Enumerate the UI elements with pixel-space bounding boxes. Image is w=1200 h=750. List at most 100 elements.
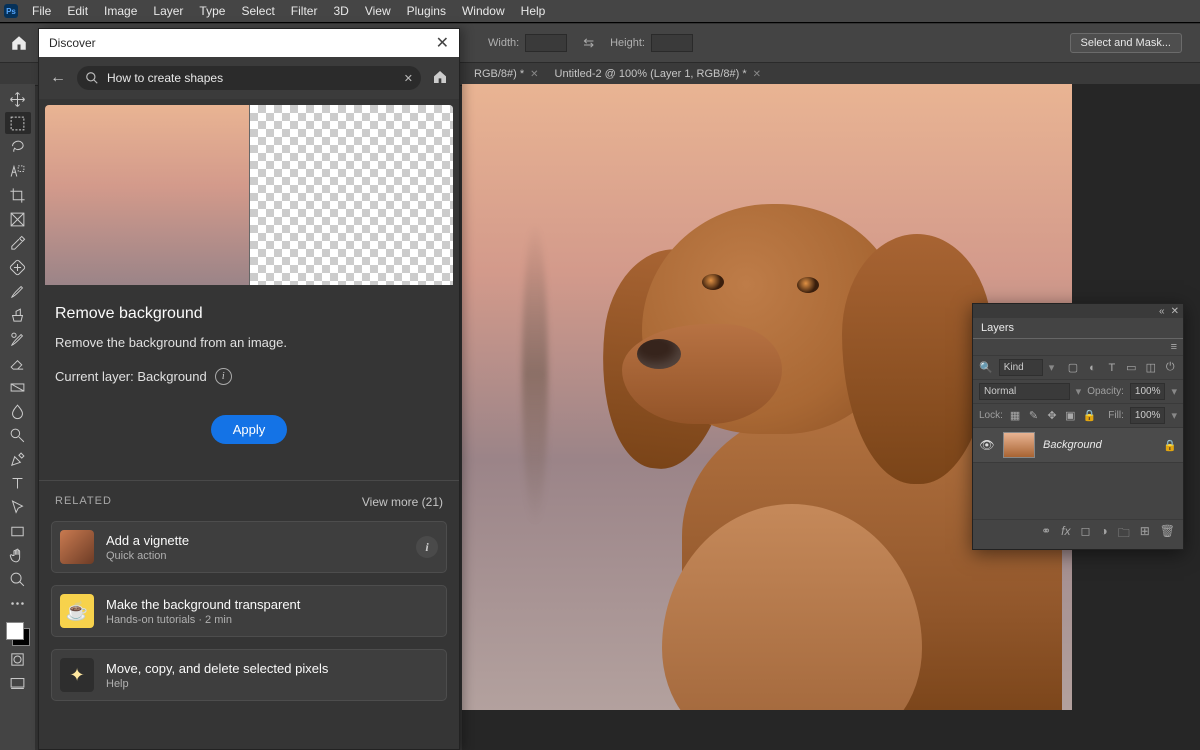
type-tool[interactable] [5, 472, 31, 494]
menu-select[interactable]: Select [233, 0, 282, 22]
close-tab-icon[interactable]: ✕ [530, 69, 538, 80]
view-more-link[interactable]: View more (21) [362, 495, 443, 509]
lock-pixel-icon[interactable]: ✎ [1027, 409, 1039, 422]
filter-toggle-icon[interactable]: ⏻ [1164, 361, 1177, 374]
blur-tool[interactable] [5, 400, 31, 422]
lock-icon[interactable]: 🔒 [1083, 409, 1097, 422]
eyedropper-tool[interactable] [5, 232, 31, 254]
filter-type-icon[interactable]: T [1105, 362, 1118, 374]
discover-preview-image [45, 105, 453, 285]
blend-mode-dropdown[interactable]: Normal [979, 383, 1070, 400]
opacity-field[interactable]: 100% [1130, 383, 1166, 400]
info-icon[interactable]: i [416, 536, 438, 558]
application-menubar: Ps File Edit Image Layer Type Select Fil… [0, 0, 1200, 23]
clone-stamp-tool[interactable] [5, 304, 31, 326]
optionsbar-height-field[interactable] [651, 34, 693, 52]
menu-view[interactable]: View [357, 0, 399, 22]
foreground-color-swatch[interactable] [6, 622, 24, 640]
dodge-tool[interactable] [5, 424, 31, 446]
gradient-tool[interactable] [5, 376, 31, 398]
collapse-panel-icon[interactable]: « [1159, 306, 1165, 317]
history-brush-tool[interactable] [5, 328, 31, 350]
brush-tool[interactable] [5, 280, 31, 302]
document-tab-label: RGB/8#) * [474, 68, 524, 80]
filter-adjust-icon[interactable]: ◐ [1086, 362, 1099, 374]
lasso-tool[interactable] [5, 136, 31, 158]
apply-button[interactable]: Apply [211, 415, 288, 444]
path-selection-tool[interactable] [5, 496, 31, 518]
layers-panel-tab[interactable]: Layers [973, 318, 1183, 339]
menu-filter[interactable]: Filter [283, 0, 326, 22]
discover-search-field[interactable]: ✕ [77, 66, 421, 90]
close-panel-icon[interactable]: ✕ [1171, 306, 1179, 317]
new-layer-icon[interactable]: ⊞ [1140, 524, 1150, 545]
filter-smart-icon[interactable]: ◫ [1144, 361, 1157, 374]
visibility-toggle-icon[interactable]: 👁 [979, 438, 995, 452]
menu-layer[interactable]: Layer [145, 0, 191, 22]
discover-home-button[interactable] [429, 69, 451, 88]
move-tool[interactable] [5, 88, 31, 110]
edit-toolbar-button[interactable] [5, 592, 31, 614]
related-item-vignette[interactable]: Add a vignette Quick action i [51, 521, 447, 573]
close-tab-icon[interactable]: ✕ [753, 69, 761, 80]
foreground-background-swatches[interactable] [6, 622, 30, 646]
panel-menu-icon[interactable]: ≡ [1171, 341, 1177, 353]
eraser-tool[interactable] [5, 352, 31, 374]
lock-position-icon[interactable]: ✥ [1046, 409, 1058, 422]
layer-fx-icon[interactable]: fx [1061, 524, 1070, 545]
healing-brush-tool[interactable] [5, 256, 31, 278]
menu-3d[interactable]: 3D [325, 0, 356, 22]
crop-tool[interactable] [5, 184, 31, 206]
frame-tool[interactable] [5, 208, 31, 230]
menu-help[interactable]: Help [513, 0, 554, 22]
group-layers-icon[interactable]: 🗀 [1118, 524, 1130, 545]
hand-tool[interactable] [5, 544, 31, 566]
related-item-move-copy-delete[interactable]: ✦ Move, copy, and delete selected pixels… [51, 649, 447, 701]
lock-artboard-icon[interactable]: ▣ [1064, 409, 1076, 422]
zoom-tool[interactable] [5, 568, 31, 590]
document-tab[interactable]: RGB/8#) * ✕ [466, 63, 547, 85]
filter-pixel-icon[interactable]: ▢ [1066, 361, 1079, 374]
document-tab[interactable]: Untitled-2 @ 100% (Layer 1, RGB/8#) * ✕ [547, 63, 770, 85]
discover-result-description: Remove the background from an image. [55, 335, 443, 350]
layer-mask-icon[interactable]: ◻ [1080, 524, 1090, 545]
info-icon[interactable]: i [215, 368, 232, 385]
delete-layer-icon[interactable]: 🗑 [1160, 524, 1175, 545]
discover-back-button[interactable]: ← [47, 69, 69, 87]
pen-tool[interactable] [5, 448, 31, 470]
quick-mask-button[interactable] [5, 648, 31, 670]
menu-type[interactable]: Type [191, 0, 233, 22]
screen-mode-button[interactable] [5, 672, 31, 694]
quick-selection-tool[interactable] [5, 160, 31, 182]
filter-shape-icon[interactable]: ▭ [1125, 361, 1138, 374]
layer-row-background[interactable]: 👁 Background 🔒 [973, 428, 1183, 463]
marquee-tool[interactable] [5, 112, 31, 134]
optionsbar-height-label: Height: [610, 37, 645, 49]
adjustment-layer-icon[interactable]: ◑ [1100, 524, 1107, 545]
lock-all-icon[interactable]: ▦ [1009, 409, 1021, 422]
close-panel-icon[interactable]: ✕ [436, 33, 449, 53]
menu-plugins[interactable]: Plugins [399, 0, 454, 22]
rectangle-tool[interactable] [5, 520, 31, 542]
filter-kind-dropdown[interactable]: Kind [999, 359, 1043, 376]
layer-name[interactable]: Background [1043, 439, 1163, 451]
lock-label: Lock: [979, 410, 1003, 421]
clear-search-icon[interactable]: ✕ [404, 72, 413, 85]
swap-dimensions-icon[interactable]: ⇆ [583, 35, 594, 51]
optionsbar-width-field[interactable] [525, 34, 567, 52]
layer-thumbnail[interactable] [1003, 432, 1035, 458]
related-item-transparent-bg[interactable]: ☕ Make the background transparent Hands-… [51, 585, 447, 637]
select-and-mask-button[interactable]: Select and Mask... [1070, 33, 1183, 53]
layers-panel: « ✕ Layers ≡ 🔍 Kind ▾ ▢ ◐ T ▭ ◫ ⏻ Normal… [972, 303, 1184, 550]
lock-icon[interactable]: 🔒 [1163, 439, 1177, 452]
menu-image[interactable]: Image [96, 0, 145, 22]
menu-window[interactable]: Window [454, 0, 513, 22]
home-button[interactable] [6, 30, 32, 56]
related-item-subtitle: Help [106, 678, 438, 690]
menu-file[interactable]: File [24, 0, 59, 22]
discover-search-input[interactable] [105, 70, 404, 86]
fill-field[interactable]: 100% [1130, 407, 1166, 424]
link-layers-icon[interactable]: ⚭ [1041, 524, 1051, 545]
related-item-title: Make the background transparent [106, 597, 438, 612]
menu-edit[interactable]: Edit [59, 0, 96, 22]
